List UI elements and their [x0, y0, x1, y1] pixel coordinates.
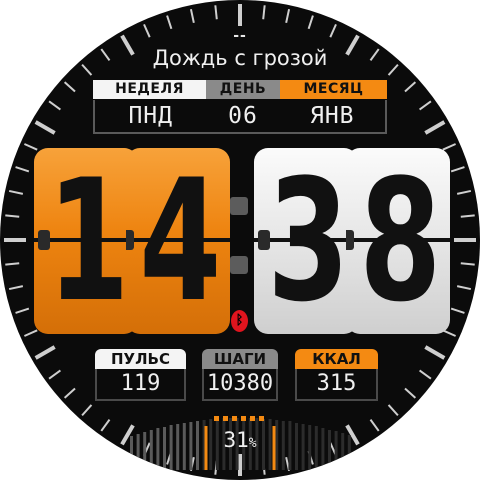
battery-dash [259, 416, 264, 421]
battery-gauge [130, 416, 351, 470]
battery-bar [169, 425, 173, 470]
battery-dash [250, 416, 255, 421]
watch-face: -- Дождь с грозой НЕДЕЛЯ ДЕНЬ МЕСЯЦ ПНД … [0, 0, 480, 480]
battery-bar [196, 421, 199, 470]
battery-bar [308, 425, 312, 470]
battery-bar [130, 436, 133, 470]
battery-bar [163, 427, 166, 470]
battery-value: 31 [223, 428, 249, 452]
battery-bar [176, 424, 180, 470]
battery-bar [281, 421, 285, 470]
battery-dash [232, 416, 237, 421]
battery-dash [241, 416, 246, 421]
battery-bar [143, 432, 147, 470]
battery-bar [149, 430, 153, 470]
battery-unit: % [248, 436, 257, 451]
battery-bar [334, 431, 338, 470]
battery-dash [214, 416, 219, 421]
battery-bar [347, 435, 351, 470]
battery-dash [223, 416, 228, 421]
battery-bar [275, 420, 279, 470]
battery-bar [341, 433, 345, 470]
battery-bar [295, 423, 298, 470]
battery-bar [288, 421, 292, 470]
battery-bar [328, 430, 331, 470]
battery-bar [156, 428, 160, 470]
battery-bar [314, 426, 318, 470]
battery-bar [182, 423, 186, 470]
battery-percent: 31% [208, 428, 272, 452]
battery-bar [321, 428, 325, 470]
battery-bar [189, 422, 193, 470]
battery-bar [301, 424, 305, 470]
battery-bar [136, 434, 140, 470]
